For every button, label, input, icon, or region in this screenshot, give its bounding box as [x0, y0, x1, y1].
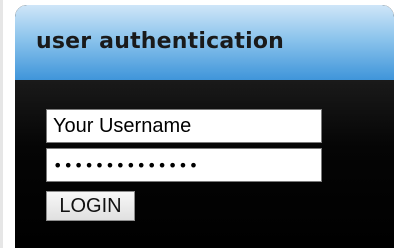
auth-panel-header: user authentication	[15, 5, 394, 80]
page-frame: user authentication LOGIN	[0, 0, 394, 248]
auth-panel-body: LOGIN	[15, 80, 394, 248]
username-input[interactable]	[46, 109, 322, 143]
auth-panel: user authentication LOGIN	[15, 5, 394, 248]
auth-panel-title: user authentication	[36, 29, 285, 54]
password-input[interactable]	[46, 148, 322, 182]
left-border	[0, 0, 3, 248]
login-button[interactable]: LOGIN	[46, 191, 135, 221]
